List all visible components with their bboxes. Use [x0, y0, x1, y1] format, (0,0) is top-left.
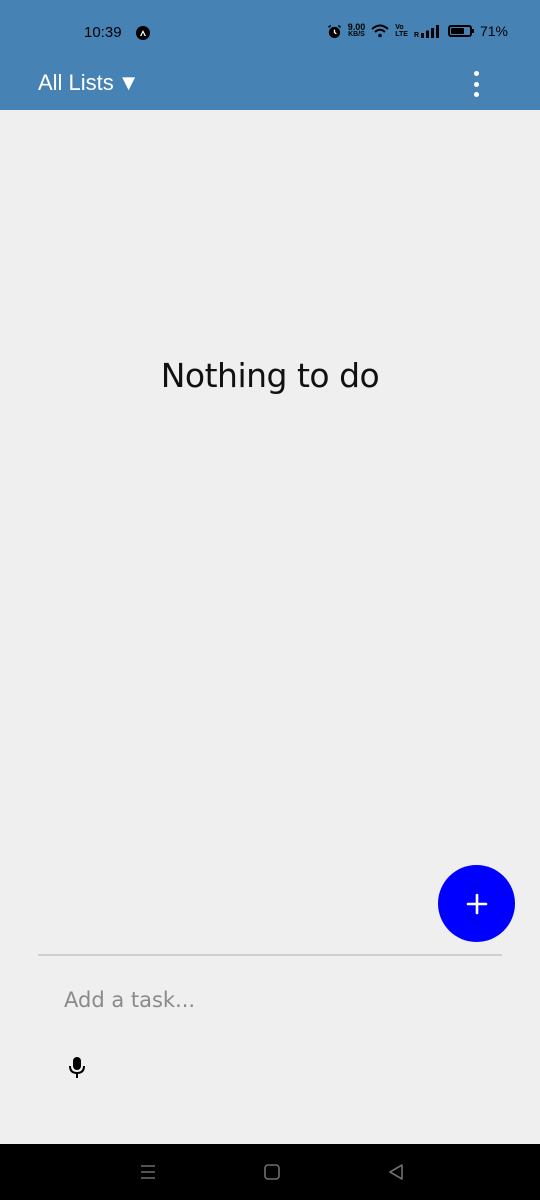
add-task-fab[interactable] — [438, 865, 515, 942]
dropdown-triangle-icon: ▼ — [117, 70, 140, 95]
network-speed-unit: KB/S — [348, 31, 365, 38]
status-indicators: 9.00 KB/S Vo LTE R 71% — [327, 23, 508, 39]
back-icon[interactable] — [382, 1158, 410, 1186]
alarm-icon — [327, 24, 341, 38]
network-speed-value: 9.00 — [347, 22, 366, 32]
add-task-input[interactable] — [64, 980, 484, 1020]
volte-bottom: LTE — [395, 31, 408, 38]
list-selector-dropdown[interactable]: All Lists ▼ — [38, 70, 140, 96]
network-speed: 9.00 KB/S — [348, 23, 366, 39]
battery-percent: 71% — [479, 23, 508, 39]
list-selector-label: All Lists — [38, 70, 114, 95]
volte-indicator: Vo LTE — [395, 24, 408, 38]
wifi-icon — [371, 24, 389, 38]
app-bar: All Lists ▼ — [0, 64, 540, 110]
microphone-icon[interactable] — [66, 1056, 88, 1080]
system-nav-bar — [0, 1144, 540, 1200]
recent-apps-icon[interactable] — [134, 1158, 162, 1186]
signal-label: R — [414, 32, 419, 38]
signal-icon: R — [414, 24, 439, 38]
more-vert-icon[interactable] — [464, 71, 488, 97]
battery-fill — [450, 28, 464, 34]
input-divider — [38, 954, 502, 956]
volte-top: Vo — [395, 24, 404, 31]
battery-icon — [447, 25, 474, 37]
home-icon[interactable] — [258, 1158, 286, 1186]
notification-a-icon — [136, 26, 150, 40]
plus-icon — [466, 893, 487, 914]
empty-state-message: Nothing to do — [160, 356, 380, 395]
status-bar: 10:39 9.00 KB/S Vo LTE R 71% — [0, 0, 540, 64]
status-time: 10:39 — [84, 24, 122, 41]
